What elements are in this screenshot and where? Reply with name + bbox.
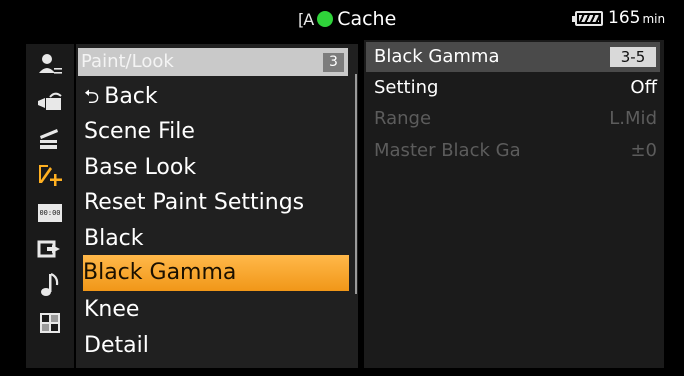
menu-item-base-look[interactable]: Base Look — [84, 150, 349, 186]
detail-page-badge: 3-5 — [610, 47, 656, 67]
battery-status: 165 min — [572, 8, 666, 28]
menu-item-label: Back — [104, 84, 158, 109]
timecode-icon[interactable]: 00:00 — [26, 196, 74, 230]
battery-remaining: 165 — [608, 8, 641, 28]
media-status: [A Cache — [298, 6, 396, 32]
menu-page-badge: 3 — [323, 53, 344, 72]
menu-item-label: Detail — [84, 333, 149, 358]
recording-icon[interactable] — [26, 85, 74, 119]
menu-item-scene-file[interactable]: Scene File — [84, 114, 349, 150]
menu-item-label: Scene File — [84, 119, 195, 144]
master-black-gamma-row: Master Black Ga ±0 — [374, 140, 657, 168]
menu-item-knee[interactable]: Knee — [84, 292, 349, 328]
menu-category-tabs: 00:00 — [26, 44, 74, 368]
battery-icon — [572, 10, 603, 26]
master-black-gamma-value: ±0 — [630, 140, 657, 161]
menu-item-detail[interactable]: Detail — [84, 328, 349, 364]
back-arrow-icon: ⮌ — [84, 86, 100, 108]
menu-item-label: Base Look — [84, 155, 197, 180]
output-icon[interactable] — [26, 232, 74, 266]
range-value: L.Mid — [609, 108, 657, 129]
paint-icon[interactable] — [26, 158, 74, 192]
menu-item-black-gamma[interactable]: Black Gamma — [83, 255, 349, 291]
range-label: Range — [374, 108, 432, 129]
clapper-icon[interactable] — [26, 122, 74, 156]
menu-header: Paint/Look 3 — [78, 48, 348, 76]
menu-item-back[interactable]: ⮌ Back — [84, 79, 349, 115]
svg-text:00:00: 00:00 — [39, 209, 60, 217]
cache-indicator-icon — [317, 11, 334, 27]
setting-row[interactable]: Setting Off — [374, 77, 657, 105]
detail-title: Black Gamma — [374, 46, 500, 67]
black-gamma-detail: Black Gamma 3-5 Setting Off Range L.Mid … — [364, 40, 664, 368]
menu-item-reset-paint-settings[interactable]: Reset Paint Settings — [84, 185, 349, 221]
audio-icon[interactable] — [26, 268, 74, 302]
menu-scrollbar[interactable] — [355, 74, 357, 294]
camera-a-icon: [A — [298, 9, 314, 29]
menu-item-label: Reset Paint Settings — [84, 190, 305, 215]
range-row: Range L.Mid — [374, 108, 657, 136]
menu-item-label: Black Gamma — [83, 260, 237, 285]
setting-value: Off — [630, 77, 657, 98]
menu-item-black[interactable]: Black — [84, 221, 349, 257]
user-menu-icon[interactable] — [26, 48, 74, 82]
detail-header: Black Gamma 3-5 — [366, 42, 660, 72]
paint-look-menu: Paint/Look 3 ⮌ Back Scene File Base Look … — [76, 44, 358, 368]
setting-label: Setting — [374, 77, 439, 98]
battery-unit: min — [642, 12, 666, 26]
system-icon[interactable] — [26, 306, 74, 340]
menu-title: Paint/Look — [81, 51, 174, 72]
menu-item-label: Black — [84, 226, 144, 251]
status-bar: [A Cache 165 min — [0, 0, 684, 36]
cache-label: Cache — [337, 8, 397, 30]
menu-item-label: Knee — [84, 297, 140, 322]
master-black-gamma-label: Master Black Ga — [374, 140, 521, 161]
